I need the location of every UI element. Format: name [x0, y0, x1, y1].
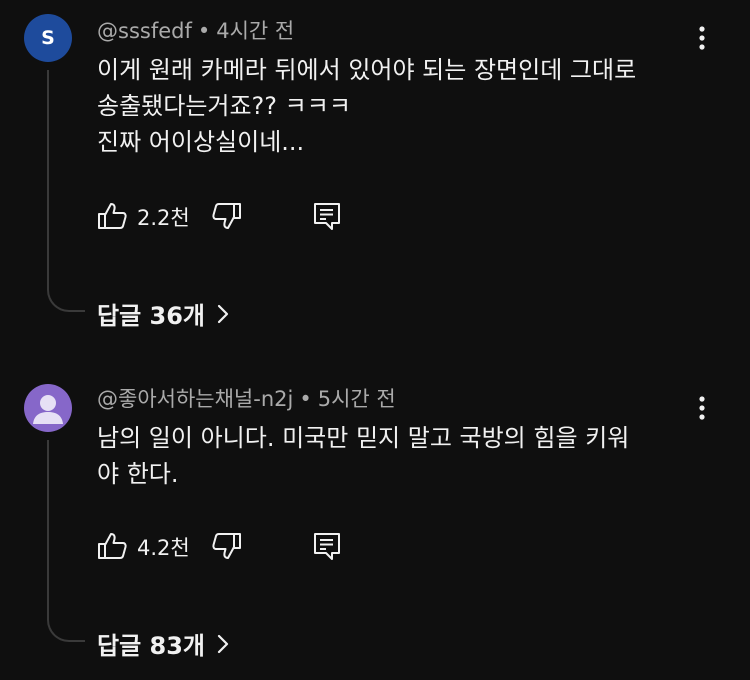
- view-replies-button[interactable]: 답글 36개: [97, 296, 229, 331]
- dislike-icon[interactable]: [210, 200, 242, 232]
- comment-text-line: 이게 원래 카메라 뒤에서 있어야 되는 장면인데 그대로: [97, 56, 637, 84]
- like-count: 2.2천: [137, 206, 190, 230]
- view-replies-button[interactable]: 답글 83개: [97, 626, 229, 661]
- like-icon[interactable]: [97, 530, 129, 562]
- comment-text-line: 야 한다.: [97, 460, 179, 488]
- comment-header: @좋아서하는채널-n2j • 5시간 전: [97, 384, 396, 414]
- comment-header: @sssfedf • 4시간 전: [97, 16, 294, 46]
- replies-label: 답글 83개: [97, 632, 205, 660]
- timestamp[interactable]: 5시간 전: [318, 387, 396, 411]
- more-vert-icon: [699, 26, 705, 50]
- dislike-icon[interactable]: [210, 530, 242, 562]
- thread-curve: [47, 290, 85, 312]
- thread-line: [47, 440, 49, 620]
- author-name[interactable]: @좋아서하는채널-n2j: [97, 387, 293, 411]
- avatar[interactable]: S: [24, 14, 72, 62]
- separator-dot: •: [197, 19, 211, 43]
- comment-text-line: 진짜 어이상실이네...: [97, 128, 305, 156]
- more-vert-icon: [699, 396, 705, 420]
- avatar-letter: S: [41, 27, 55, 49]
- like-count: 4.2천: [137, 536, 190, 560]
- avatar[interactable]: [24, 384, 72, 432]
- comment-text: 이게 원래 카메라 뒤에서 있어야 되는 장면인데 그대로 송출됐다는거죠?? …: [97, 52, 697, 160]
- comment-text-line: 남의 일이 아니다. 미국만 믿지 말고 국방의 힘을 키워: [97, 424, 630, 452]
- thread-line: [47, 70, 49, 290]
- thread-curve: [47, 620, 85, 642]
- comment-text: 남의 일이 아니다. 미국만 믿지 말고 국방의 힘을 키워 야 한다.: [97, 420, 697, 492]
- like-icon[interactable]: [97, 200, 129, 232]
- chevron-right-icon: [217, 634, 229, 653]
- reply-icon[interactable]: [311, 530, 343, 562]
- separator-dot: •: [299, 387, 312, 411]
- replies-label: 답글 36개: [97, 302, 205, 330]
- person-icon: [33, 395, 63, 424]
- reply-icon[interactable]: [311, 200, 343, 232]
- timestamp[interactable]: 4시간 전: [216, 19, 294, 43]
- author-name[interactable]: @sssfedf: [97, 19, 192, 43]
- comment-text-line: 송출됐다는거죠?? ㅋㅋㅋ: [97, 92, 351, 120]
- chevron-right-icon: [217, 304, 229, 323]
